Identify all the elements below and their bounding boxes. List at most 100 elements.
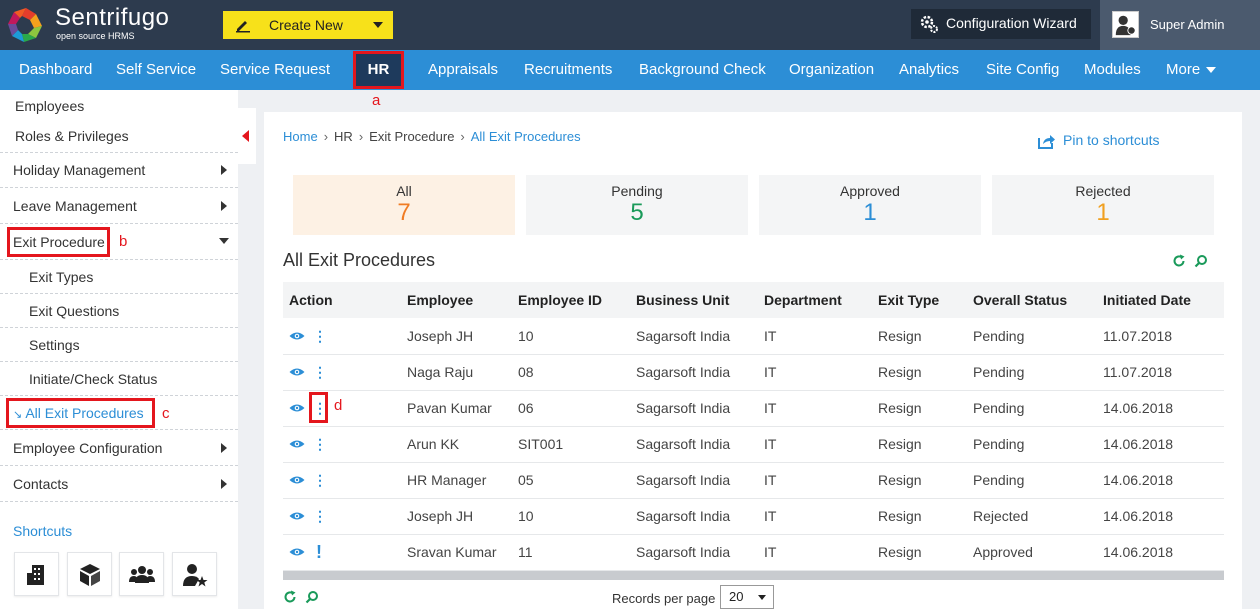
eye-icon[interactable] — [289, 367, 305, 377]
eye-icon[interactable] — [289, 331, 305, 341]
sidebar-item-exit-questions[interactable]: Exit Questions — [29, 303, 267, 319]
refresh-icon[interactable] — [283, 590, 297, 604]
records-per-page-label: Records per page — [612, 591, 716, 606]
employee-id-cell: 10 — [512, 498, 630, 535]
nav-hr[interactable]: HR — [353, 51, 404, 89]
sidebar-collapse-toggle[interactable] — [238, 108, 256, 164]
nav-organization[interactable]: Organization — [789, 50, 874, 90]
sentrifugo-logo[interactable] — [6, 6, 46, 44]
overall-status-cell: Rejected — [967, 498, 1097, 535]
highlight-box-all-exit-procedures — [6, 398, 155, 428]
nav-analytics[interactable]: Analytics — [899, 50, 959, 90]
table-row: ⋮ Joseph JH 10 Sagarsoft India IT Resign Rejec… — [283, 498, 1224, 535]
shortcut-boxes[interactable] — [67, 552, 112, 596]
user-menu[interactable]: Super Admin — [1100, 0, 1260, 50]
business-unit-cell: Sagarsoft India — [630, 426, 758, 463]
divider — [0, 293, 238, 294]
sidebar-item-employee-configuration[interactable]: Employee Configuration — [13, 440, 251, 456]
records-per-page-select[interactable]: 20 — [720, 585, 774, 609]
nav-dashboard[interactable]: Dashboard — [19, 50, 92, 90]
exit-type-cell: Resign — [872, 390, 967, 427]
eye-icon[interactable] — [289, 547, 305, 557]
create-new-button[interactable]: Create New — [223, 11, 393, 39]
pin-to-shortcuts-link[interactable]: Pin to shortcuts — [1038, 132, 1160, 149]
sidebar-item-roles-privileges[interactable]: Roles & Privileges — [15, 128, 253, 144]
stat-pending[interactable]: Pending 5 — [526, 175, 748, 235]
search-icon[interactable] — [305, 590, 319, 604]
action-cell: ⋮ — [283, 462, 401, 499]
column-header-exit-type[interactable]: Exit Type — [872, 282, 967, 318]
stat-label: Approved — [840, 183, 900, 199]
exit-type-cell: Resign — [872, 426, 967, 463]
sidebar-item-exit-types[interactable]: Exit Types — [29, 269, 267, 285]
search-icon[interactable] — [1194, 254, 1208, 268]
stat-all[interactable]: All 7 — [293, 175, 515, 235]
nav-more-label: More — [1166, 61, 1201, 78]
kebab-menu-icon[interactable]: ⋮ — [313, 508, 327, 525]
kebab-menu-icon[interactable]: ⋮ — [313, 436, 327, 453]
exit-type-cell: Resign — [872, 534, 967, 571]
sidebar-item-employees[interactable]: Employees — [15, 98, 253, 114]
column-header-employee-id[interactable]: Employee ID — [512, 282, 630, 318]
sidebar-item-initiate-check-status[interactable]: Initiate/Check Status — [29, 371, 267, 387]
kebab-menu-icon[interactable]: ⋮ — [313, 328, 327, 345]
column-header-overall-status[interactable]: Overall Status — [967, 282, 1097, 318]
configuration-wizard-button[interactable]: Configuration Wizard — [911, 9, 1091, 39]
user-name: Super Admin — [1150, 17, 1225, 32]
boxes-icon — [80, 564, 100, 586]
breadcrumb-hr[interactable]: HR — [334, 129, 353, 144]
breadcrumb-home[interactable]: Home — [283, 129, 318, 144]
nav-background-check[interactable]: Background Check — [639, 50, 766, 90]
shortcut-building[interactable] — [14, 552, 59, 596]
sidebar-item-label: Holiday Management — [13, 162, 146, 178]
nav-recruitments[interactable]: Recruitments — [524, 50, 612, 90]
eye-icon[interactable] — [289, 511, 305, 521]
eye-icon[interactable] — [289, 403, 305, 413]
configuration-wizard-label: Configuration Wizard — [946, 15, 1077, 31]
stat-rejected[interactable]: Rejected 1 — [992, 175, 1214, 235]
employee-id-cell: 10 — [512, 318, 630, 355]
table-row: ! Sravan Kumar 11 Sagarsoft India IT Resign Ap… — [283, 534, 1224, 571]
nav-self-service[interactable]: Self Service — [116, 50, 196, 90]
shortcuts-heading: Shortcuts — [13, 523, 73, 539]
nav-site-config[interactable]: Site Config — [986, 50, 1059, 90]
column-header-business-unit[interactable]: Business Unit — [630, 282, 758, 318]
column-header-department[interactable]: Department — [758, 282, 872, 318]
collapse-left-icon — [242, 130, 249, 142]
eye-icon[interactable] — [289, 475, 305, 485]
sidebar-item-label: Contacts — [13, 476, 69, 492]
exclamation-icon[interactable]: ! — [316, 542, 322, 563]
sidebar-item-holiday-management[interactable]: Holiday Management — [13, 162, 251, 178]
shortcut-users[interactable] — [119, 552, 164, 596]
nav-more[interactable]: More — [1166, 50, 1217, 90]
chevron-down-icon — [219, 238, 229, 244]
stat-approved[interactable]: Approved 1 — [759, 175, 981, 235]
sidebar-item-label: Employee Configuration — [13, 440, 163, 456]
action-cell: ⋮ — [283, 498, 401, 535]
top-bar: Sentrifugo open source HRMS Create New C… — [0, 0, 1260, 50]
overall-status-cell: Pending — [967, 318, 1097, 355]
kebab-menu-icon[interactable]: ⋮ — [313, 472, 327, 489]
shortcut-user-star[interactable] — [172, 552, 217, 596]
refresh-icon[interactable] — [1172, 254, 1186, 268]
overall-status-cell: Approved — [967, 534, 1097, 571]
column-header-initiated-date[interactable]: Initiated Date — [1097, 282, 1224, 318]
horizontal-scrollbar[interactable] — [283, 571, 1224, 580]
sidebar-item-settings[interactable]: Settings — [29, 337, 267, 353]
nav-modules[interactable]: Modules — [1084, 50, 1141, 90]
column-header-employee[interactable]: Employee — [401, 282, 512, 318]
chevron-right-icon — [221, 201, 227, 211]
breadcrumb-exit-procedure[interactable]: Exit Procedure — [369, 129, 454, 144]
table-row: ⋮ Arun KK SIT001 Sagarsoft India IT Resign Pen… — [283, 426, 1224, 463]
kebab-menu-icon[interactable]: ⋮ — [313, 364, 327, 381]
building-icon — [27, 565, 44, 585]
sidebar-item-leave-management[interactable]: Leave Management — [13, 198, 251, 214]
nav-appraisals[interactable]: Appraisals — [428, 50, 498, 90]
nav-service-request[interactable]: Service Request — [220, 50, 330, 90]
initiated-date-cell: 14.06.2018 — [1097, 390, 1224, 427]
action-cell: ⋮ — [283, 426, 401, 463]
eye-icon[interactable] — [289, 439, 305, 449]
business-unit-cell: Sagarsoft India — [630, 498, 758, 535]
stat-label: Rejected — [1075, 183, 1131, 199]
sidebar-item-contacts[interactable]: Contacts — [13, 476, 251, 492]
